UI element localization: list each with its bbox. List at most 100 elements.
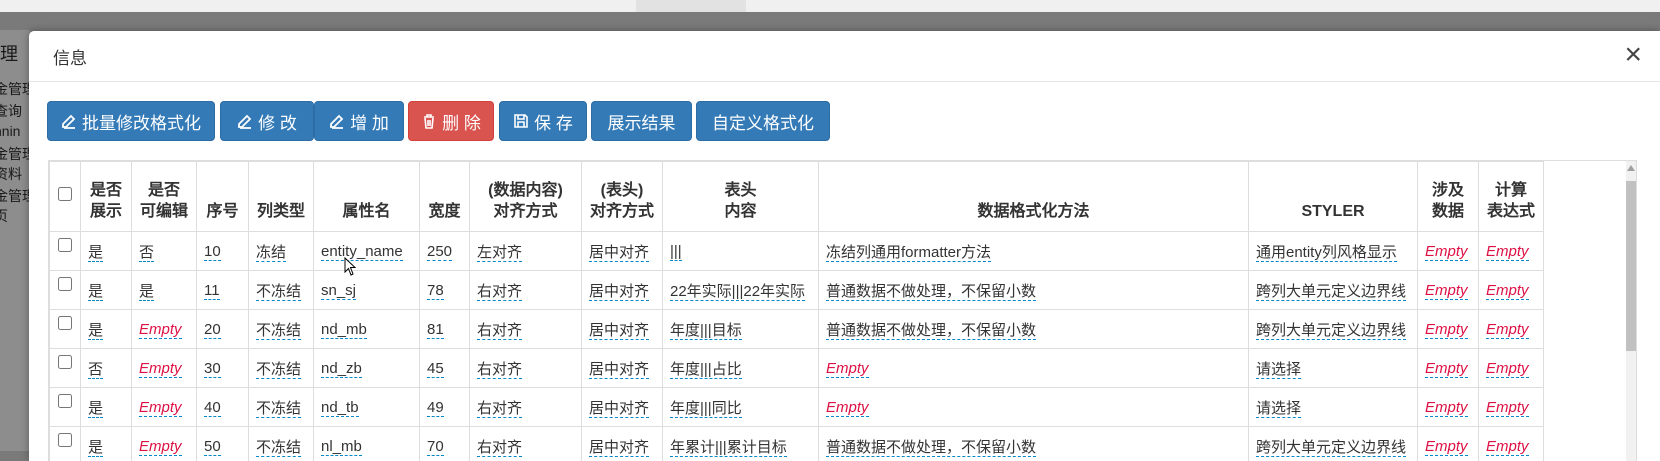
editable-value[interactable]: 冻结列通用formatter方法: [826, 244, 991, 262]
editable-value[interactable]: Empty: [826, 399, 869, 417]
vertical-scrollbar[interactable]: [1626, 161, 1636, 461]
editable-value[interactable]: Empty: [1486, 282, 1529, 300]
editable-value[interactable]: 右对齐: [477, 361, 522, 379]
editable-value[interactable]: 20: [204, 321, 221, 339]
row-checkbox[interactable]: [58, 433, 72, 447]
editable-value[interactable]: Empty: [139, 360, 182, 378]
editable-value[interactable]: 居中对齐: [589, 361, 649, 379]
row-select-cell: [50, 388, 81, 427]
table-row: 是 Empty 20 不冻结 nd_mb 81 右对齐 居中对齐 年度|||目标 普通数据不做处理…: [50, 310, 1544, 349]
select-all-checkbox[interactable]: [58, 187, 72, 201]
row-checkbox[interactable]: [58, 277, 72, 291]
editable-value[interactable]: 81: [427, 321, 444, 339]
editable-value[interactable]: 49: [427, 399, 444, 417]
editable-value[interactable]: 通用entity列风格显示: [1256, 244, 1397, 262]
editable-value[interactable]: 普通数据不做处理，不保留小数: [826, 322, 1036, 340]
editable-value[interactable]: 是: [88, 283, 103, 301]
editable-value[interactable]: 右对齐: [477, 400, 522, 418]
custom-format-button[interactable]: 自定义格式化: [696, 101, 830, 141]
editable-value[interactable]: 居中对齐: [589, 400, 649, 418]
editable-value[interactable]: 年度|||目标: [670, 322, 742, 340]
editable-value[interactable]: 不冻结: [256, 400, 301, 418]
editable-value[interactable]: Empty: [1425, 438, 1468, 456]
editable-value[interactable]: 跨列大单元定义边界线: [1256, 322, 1406, 340]
scroll-up-icon[interactable]: [1627, 165, 1635, 171]
editable-value[interactable]: 右对齐: [477, 439, 522, 457]
close-icon[interactable]: ×: [1624, 37, 1642, 73]
width-cell: 49: [420, 388, 470, 427]
scrollbar-thumb[interactable]: [1626, 181, 1636, 351]
editable-value[interactable]: Empty: [1425, 399, 1468, 417]
row-checkbox[interactable]: [58, 355, 72, 369]
editable-value[interactable]: 年累计|||累计目标: [670, 439, 787, 457]
editable-value[interactable]: 年度|||占比: [670, 361, 742, 379]
editable-value[interactable]: 年度|||同比: [670, 400, 742, 418]
modify-button[interactable]: 修 改: [220, 101, 314, 141]
editable-value[interactable]: Empty: [1486, 438, 1529, 456]
editable-value[interactable]: 是: [88, 244, 103, 262]
editable-value[interactable]: Empty: [1486, 321, 1529, 339]
editable-value[interactable]: 是: [139, 283, 154, 301]
editable-value[interactable]: Empty: [1425, 243, 1468, 261]
editable-value[interactable]: 70: [427, 438, 444, 456]
editable-value[interactable]: 不冻结: [256, 361, 301, 379]
editable-value[interactable]: Empty: [826, 360, 869, 378]
show-result-button[interactable]: 展示结果: [591, 101, 692, 141]
editable-value[interactable]: sn_sj: [321, 282, 356, 300]
editable-value[interactable]: 是: [88, 322, 103, 340]
editable-value[interactable]: Empty: [1425, 282, 1468, 300]
editable-value[interactable]: 是: [88, 400, 103, 418]
editable-value[interactable]: 22年实际|||22年实际: [670, 283, 805, 301]
editable-value[interactable]: nd_tb: [321, 399, 359, 417]
editable-value[interactable]: 跨列大单元定义边界线: [1256, 439, 1406, 457]
editable-value[interactable]: 冻结: [256, 244, 286, 262]
editable-value[interactable]: Empty: [139, 438, 182, 456]
editable-value[interactable]: nl_mb: [321, 438, 362, 456]
editable-value[interactable]: 普通数据不做处理，不保留小数: [826, 283, 1036, 301]
editable-value[interactable]: 不冻结: [256, 283, 301, 301]
editable-value[interactable]: Empty: [139, 399, 182, 417]
editable-value[interactable]: nd_zb: [321, 360, 362, 378]
batch-format-button[interactable]: 批量修改格式化: [47, 101, 215, 141]
editable-value[interactable]: 居中对齐: [589, 244, 649, 262]
editable-value[interactable]: 是: [88, 439, 103, 457]
editable-value[interactable]: 40: [204, 399, 221, 417]
editable-value[interactable]: 普通数据不做处理，不保留小数: [826, 439, 1036, 457]
row-checkbox[interactable]: [58, 316, 72, 330]
editable-value[interactable]: |||: [670, 243, 682, 261]
editable-value[interactable]: 右对齐: [477, 322, 522, 340]
editable-value[interactable]: 居中对齐: [589, 322, 649, 340]
editable-value[interactable]: 不冻结: [256, 439, 301, 457]
row-checkbox[interactable]: [58, 394, 72, 408]
editable-value[interactable]: 250: [427, 243, 452, 261]
editable-value[interactable]: 10: [204, 243, 221, 261]
add-button[interactable]: 增 加: [314, 101, 404, 141]
editable-value[interactable]: 左对齐: [477, 244, 522, 262]
editable-value[interactable]: 45: [427, 360, 444, 378]
delete-button[interactable]: 删 除: [408, 101, 494, 141]
editable-value[interactable]: 请选择: [1256, 361, 1301, 379]
editable-value[interactable]: Empty: [1425, 321, 1468, 339]
table-row: 是 Empty 50 不冻结 nl_mb 70 右对齐 居中对齐 年累计|||累计目标 普通数据不…: [50, 427, 1544, 461]
editable-value[interactable]: Empty: [139, 321, 182, 339]
editable-value[interactable]: Empty: [1486, 360, 1529, 378]
save-button[interactable]: 保 存: [499, 101, 587, 141]
editable-value[interactable]: Empty: [1425, 360, 1468, 378]
editable-value[interactable]: 11: [204, 282, 220, 300]
editable-value[interactable]: 跨列大单元定义边界线: [1256, 283, 1406, 301]
editable-value[interactable]: Empty: [1486, 243, 1529, 261]
editable-value[interactable]: 不冻结: [256, 322, 301, 340]
editable-value[interactable]: 30: [204, 360, 221, 378]
editable-value[interactable]: entity_name: [321, 243, 403, 261]
editable-value[interactable]: 否: [139, 244, 154, 262]
editable-value[interactable]: 请选择: [1256, 400, 1301, 418]
editable-value[interactable]: 居中对齐: [589, 283, 649, 301]
editable-value[interactable]: 居中对齐: [589, 439, 649, 457]
editable-value[interactable]: 右对齐: [477, 283, 522, 301]
editable-value[interactable]: Empty: [1486, 399, 1529, 417]
row-checkbox[interactable]: [58, 238, 72, 252]
editable-value[interactable]: nd_mb: [321, 321, 367, 339]
editable-value[interactable]: 50: [204, 438, 221, 456]
editable-value[interactable]: 否: [88, 361, 103, 379]
editable-value[interactable]: 78: [427, 282, 444, 300]
